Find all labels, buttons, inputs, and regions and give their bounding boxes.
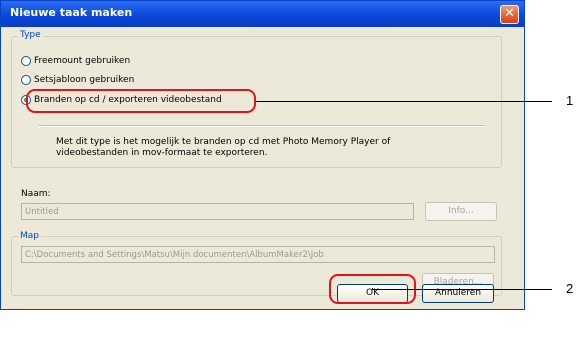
callout-line-1: [256, 101, 552, 102]
radio-setsjabloon[interactable]: Setsjabloon gebruiken: [21, 75, 134, 85]
radio-label: Setsjabloon gebruiken: [34, 75, 135, 85]
radio-button[interactable]: [21, 56, 31, 66]
close-icon[interactable]: ✕: [500, 5, 519, 24]
naam-label: Naam:: [21, 189, 51, 199]
description-line-2: videobestanden in mov-formaat te exporte…: [56, 148, 268, 158]
title-bar[interactable]: Nieuwe taak maken ✕: [1, 1, 524, 27]
type-group-label: Type: [18, 30, 43, 40]
window-title: Nieuwe taak maken: [10, 6, 133, 19]
divider: [38, 125, 485, 127]
radio-button[interactable]: [21, 75, 31, 85]
dialog-window: Nieuwe taak maken ✕ Type Freemount gebru…: [0, 0, 525, 310]
callout-number-2: 2: [566, 281, 574, 296]
radio-label: Freemount gebruiken: [34, 56, 131, 66]
map-group-label: Map: [18, 231, 41, 241]
radio-freemount[interactable]: Freemount gebruiken: [21, 56, 130, 66]
description-line-1: Met dit type is het mogelijk te branden …: [56, 137, 391, 147]
map-path-input[interactable]: C:\Documents and Settings\Matsu\Mijn doc…: [21, 246, 495, 263]
callout-number-1: 1: [566, 93, 574, 108]
callout-line-2: [372, 289, 552, 290]
type-description: Met dit type is het mogelijk te branden …: [56, 137, 456, 159]
info-button[interactable]: Info...: [425, 202, 497, 221]
callout-highlight-1: [26, 89, 256, 113]
naam-input[interactable]: Untitled: [21, 203, 414, 220]
cancel-button[interactable]: Annuleren: [422, 284, 494, 303]
